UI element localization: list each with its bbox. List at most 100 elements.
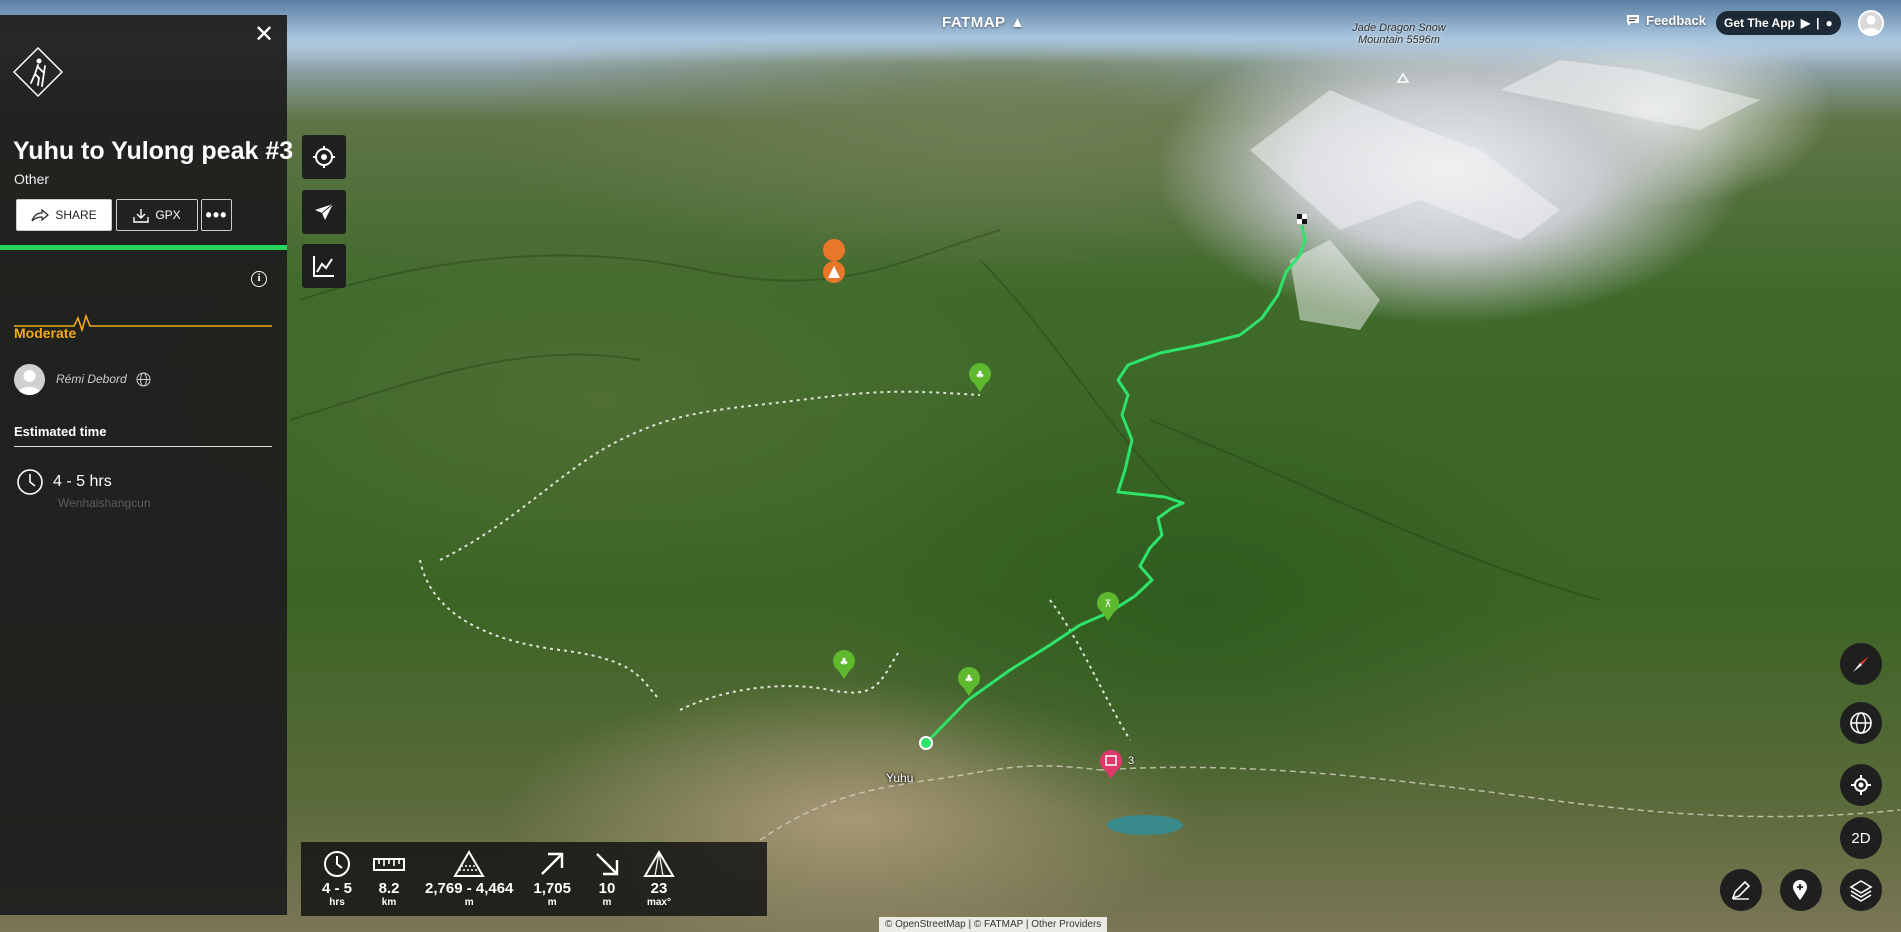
draw-route-button[interactable] <box>1720 869 1762 911</box>
route-title: Yuhu to Yulong peak #3 <box>13 137 294 165</box>
route-finish-marker[interactable] <box>1297 214 1307 224</box>
feedback-button[interactable]: Feedback <box>1626 13 1706 28</box>
apple-icon: ● <box>1825 16 1833 30</box>
stat-value: 4 - 5 <box>321 880 352 897</box>
trail-dotted-2 <box>419 559 661 701</box>
flyover-button[interactable] <box>302 190 346 234</box>
share-label: SHARE <box>55 208 97 222</box>
poi-marker-green-4[interactable]: ♣ <box>958 667 980 696</box>
share-button[interactable]: SHARE <box>16 199 112 231</box>
airplane-icon <box>315 203 334 220</box>
download-icon <box>133 208 150 223</box>
progress-fill <box>0 245 287 250</box>
layers-icon <box>1849 880 1873 902</box>
route-start-marker[interactable] <box>919 736 933 750</box>
user-icon <box>17 370 42 395</box>
divider: | <box>1816 16 1820 30</box>
user-avatar[interactable] <box>1858 10 1884 36</box>
route-type: Other <box>14 171 50 187</box>
trail-dotted-1 <box>439 390 981 561</box>
poi-marker-red[interactable] <box>1100 750 1122 779</box>
globe-icon <box>136 372 151 387</box>
stat-ascent: 1,705 m <box>523 850 581 908</box>
pencil-icon <box>1731 880 1751 900</box>
elevation-range-icon <box>453 850 485 877</box>
author-avatar[interactable] <box>14 364 45 395</box>
stat-value: 23 <box>650 880 668 897</box>
peak-label: Jade Dragon Snow Mountain 5596m <box>1352 22 1446 46</box>
estimated-time-value: 4 - 5 hrs <box>53 473 112 490</box>
compass-button[interactable] <box>1840 643 1882 685</box>
elevation-profile-button[interactable] <box>302 244 346 288</box>
ruler-icon <box>373 858 405 871</box>
more-options-button[interactable]: ••• <box>201 199 232 231</box>
map-layers-button[interactable] <box>1840 869 1882 911</box>
info-icon[interactable]: i <box>251 271 267 287</box>
chat-icon <box>1627 15 1639 26</box>
logo-text: FATMAP <box>942 14 1006 31</box>
svg-text:♣: ♣ <box>840 657 849 668</box>
stat-unit: hrs <box>329 897 345 908</box>
map-attribution[interactable]: © OpenStreetMap | © FATMAP | Other Provi… <box>879 917 1108 932</box>
share-icon <box>31 208 50 221</box>
road-1 <box>1099 766 1901 818</box>
trail-dotted-3 <box>679 649 901 711</box>
campsite-marker[interactable] <box>823 239 846 284</box>
divider <box>14 446 272 447</box>
poi-count-label: 3 <box>1128 755 1135 767</box>
globe-view-button[interactable] <box>1840 702 1882 744</box>
stat-time: 4 - 5 hrs <box>311 850 363 908</box>
author-name[interactable]: Rémi Debord <box>56 372 127 386</box>
poi-marker-green-1[interactable]: ♣ <box>969 363 991 392</box>
route-stats-bar: 4 - 5 hrs 8.2 km 2,769 - 4,464 m 1,705 m… <box>301 842 767 916</box>
stat-value: 10 <box>598 880 616 897</box>
close-icon[interactable]: ✕ <box>254 23 274 47</box>
stat-unit: max° <box>646 897 671 908</box>
difficulty-label: Moderate <box>14 325 77 341</box>
map-place-label: Wenhaishangcun <box>58 496 151 510</box>
more-icon: ••• <box>205 204 228 225</box>
stat-unit: m <box>602 897 612 908</box>
stat-value: 1,705 <box>533 880 571 897</box>
hiking-icon <box>12 46 64 98</box>
get-app-button[interactable]: Get The App ▶ | ● <box>1716 11 1841 35</box>
add-point-button[interactable] <box>1780 869 1822 911</box>
svg-text:♣: ♣ <box>965 674 974 685</box>
stat-value: 8.2 <box>378 880 400 897</box>
locate-route-button[interactable] <box>302 135 346 179</box>
elevation-chart-icon <box>313 256 334 277</box>
route-line[interactable] <box>924 224 1307 745</box>
get-app-label: Get The App <box>1724 16 1795 30</box>
globe-icon <box>1850 712 1872 734</box>
slope-icon <box>643 850 675 877</box>
estimated-time-heading: Estimated time <box>14 424 107 439</box>
fatmap-logo[interactable]: FATMAP ▲ <box>942 14 1025 31</box>
target-icon <box>313 146 335 168</box>
map-app: ♣ ⊼ ♣ ♣ Jade Dragon Snow Mountain 5596m … <box>0 0 1901 932</box>
peak-marker[interactable] <box>1396 72 1410 83</box>
user-icon <box>1862 15 1880 34</box>
svg-text:⊼: ⊼ <box>1104 599 1111 610</box>
stat-unit: m <box>464 897 474 908</box>
feedback-label: Feedback <box>1646 13 1706 28</box>
stat-unit: km <box>381 897 397 908</box>
clock-icon <box>17 469 43 495</box>
compass-icon <box>1853 656 1869 672</box>
view-mode-label: 2D <box>1851 829 1871 847</box>
play-store-icon: ▶ <box>1800 16 1811 30</box>
my-location-button[interactable] <box>1840 764 1882 806</box>
road-2 <box>759 765 1101 841</box>
svg-text:♣: ♣ <box>976 370 985 381</box>
stat-max-slope: 23 max° <box>633 850 685 908</box>
view-mode-toggle[interactable]: 2D <box>1840 817 1882 859</box>
stat-descent: 10 m <box>581 850 633 908</box>
stat-elevation-range: 2,769 - 4,464 m <box>415 850 523 908</box>
location-target-icon <box>1851 775 1871 795</box>
add-pin-icon <box>1793 880 1807 900</box>
stat-value: 2,769 - 4,464 <box>425 880 514 897</box>
route-details-panel: ✕ Yuhu to Yulong peak #3 Other SHARE GPX… <box>0 15 293 915</box>
gpx-download-button[interactable]: GPX <box>116 199 198 231</box>
poi-marker-green-3[interactable]: ♣ <box>833 650 855 679</box>
ascent-icon <box>541 852 564 875</box>
village-label: Yuhu <box>886 771 914 785</box>
